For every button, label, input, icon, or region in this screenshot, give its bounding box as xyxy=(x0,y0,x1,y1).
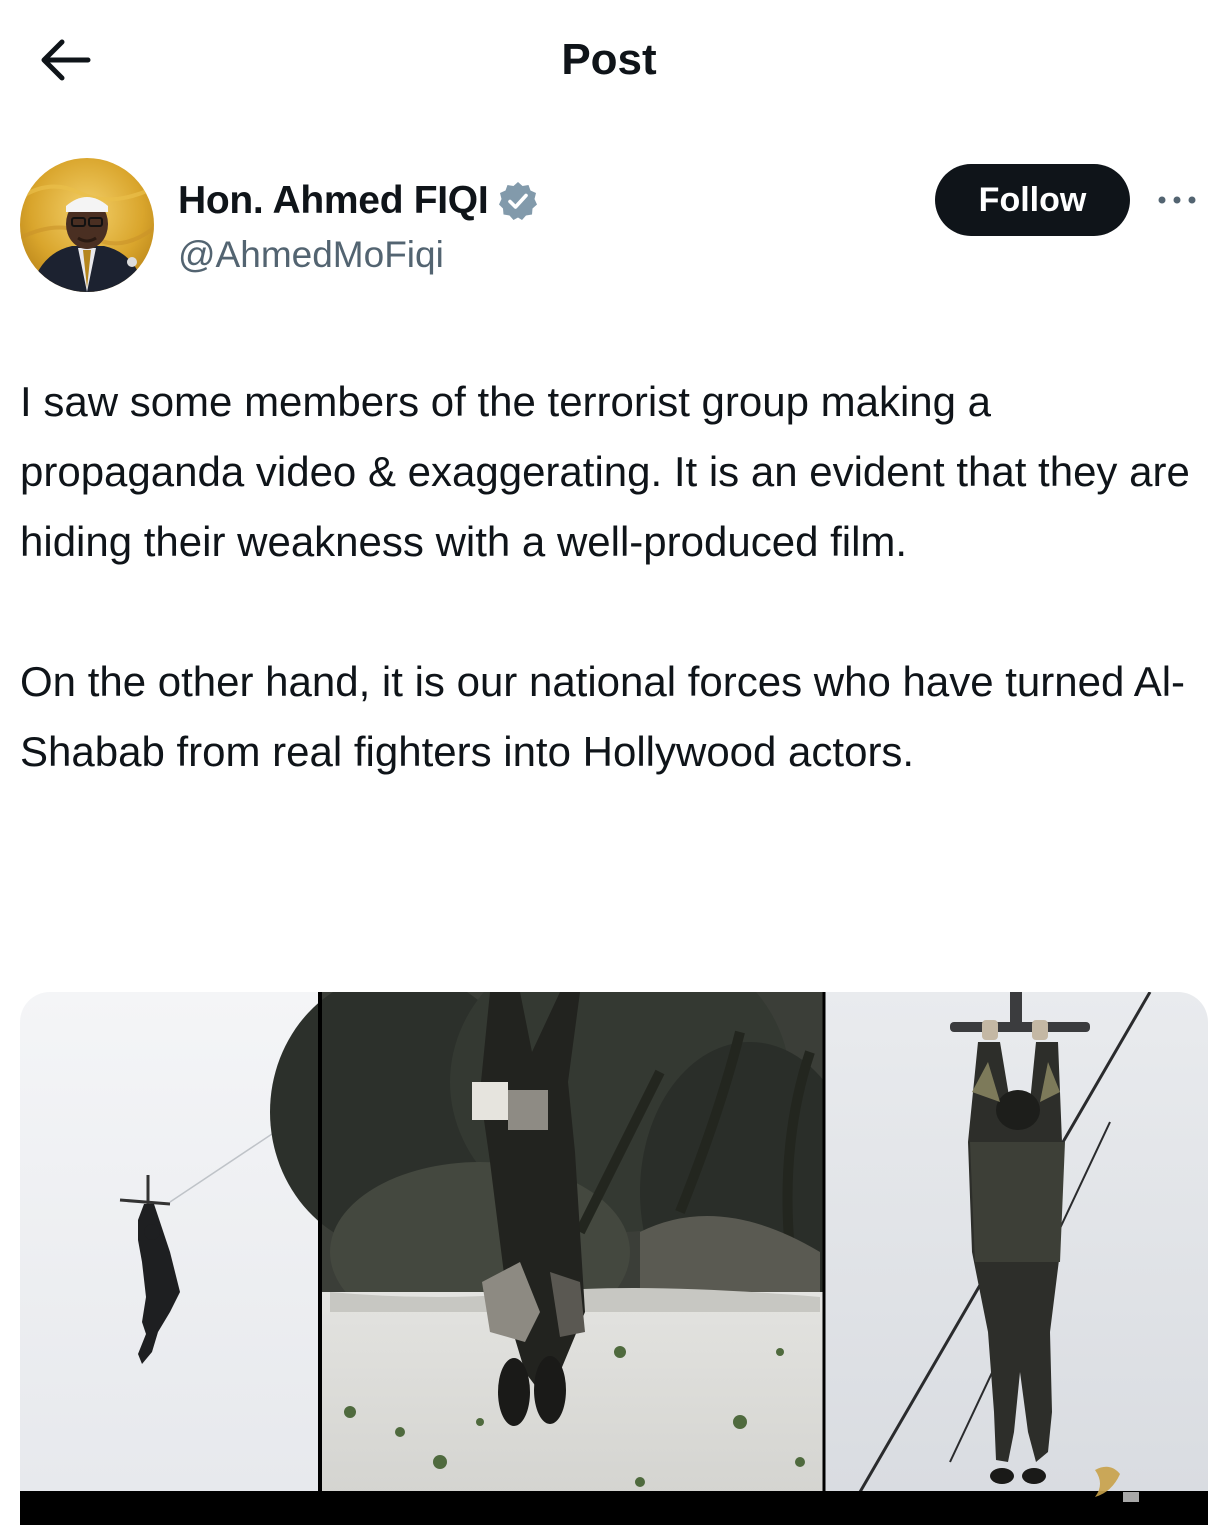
media-panel-1 xyxy=(20,992,321,1525)
avatar[interactable] xyxy=(20,158,154,292)
media-collage xyxy=(20,992,1208,1525)
author-name-row[interactable]: Hon. Ahmed FIQI xyxy=(178,178,540,224)
more-options-button[interactable] xyxy=(1150,180,1210,220)
top-bar: Post xyxy=(0,0,1218,120)
post-paragraph: I saw some members of the terrorist grou… xyxy=(20,378,1190,565)
page-title: Post xyxy=(561,35,657,84)
media-panel-3 xyxy=(824,992,1208,1525)
more-horizontal-icon xyxy=(1158,196,1196,204)
post-paragraph: On the other hand, it is our national fo… xyxy=(20,658,1186,775)
follow-button[interactable]: Follow xyxy=(935,164,1130,236)
author-handle[interactable]: @AhmedMoFiqi xyxy=(178,232,444,278)
verified-badge-icon xyxy=(499,182,538,220)
media-panel-2 xyxy=(270,992,860,1525)
post-media-image[interactable] xyxy=(20,992,1208,1525)
author-name: Hon. Ahmed FIQI xyxy=(178,179,489,222)
post-text: I saw some members of the terrorist grou… xyxy=(20,367,1210,787)
